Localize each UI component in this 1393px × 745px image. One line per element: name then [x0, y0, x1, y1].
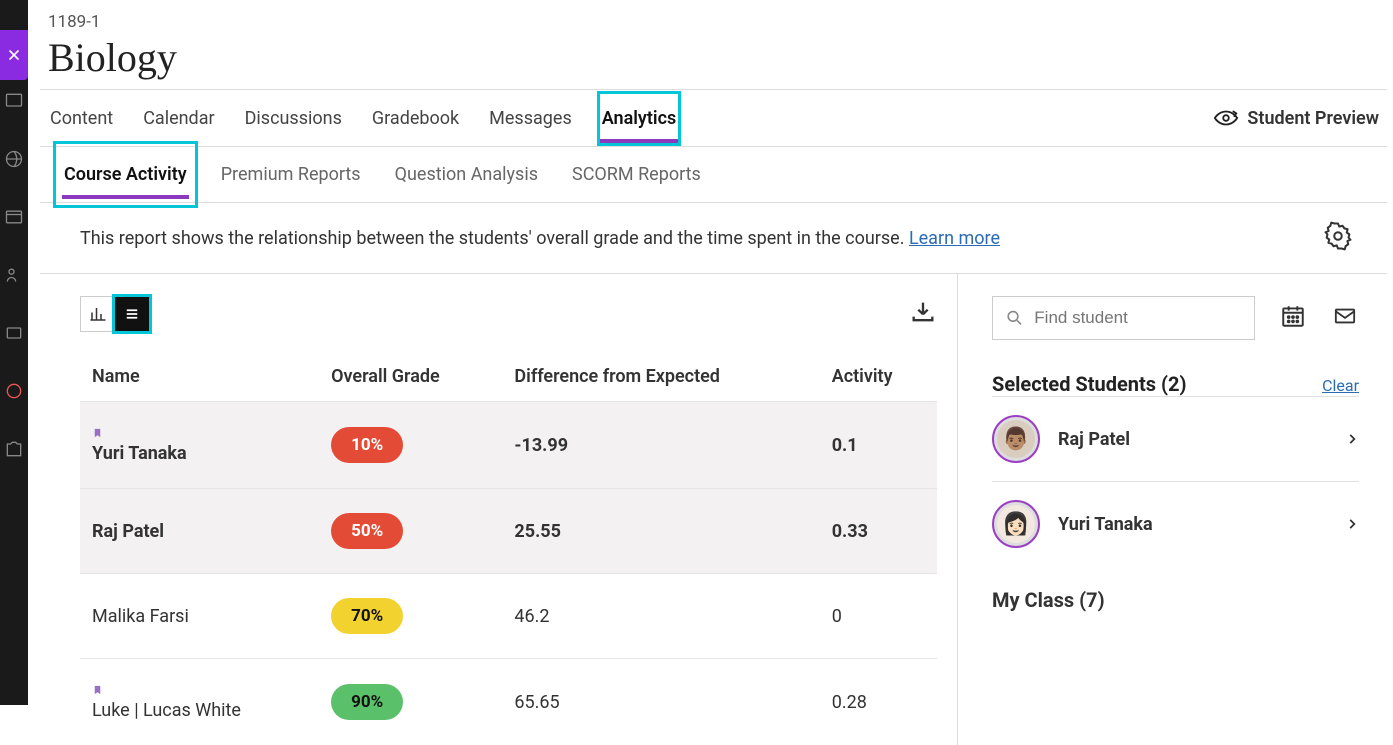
student-preview-label: Student Preview: [1247, 108, 1379, 129]
bookmark-icon: [92, 683, 103, 697]
students-table: Name Overall Grade Difference from Expec…: [80, 356, 937, 745]
diff-value: 65.65: [514, 692, 559, 713]
selected-student-row[interactable]: 👨🏽 Raj Patel: [992, 396, 1359, 481]
avatar: 👩🏻: [992, 500, 1040, 548]
app-sidebar: [0, 0, 28, 705]
preview-icon: [1213, 107, 1239, 129]
grade-pill: 70%: [331, 598, 403, 634]
student-name: Raj Patel: [92, 521, 164, 542]
grade-pill: 50%: [331, 513, 403, 549]
bookmark-icon: [92, 426, 103, 440]
course-code: 1189-1: [48, 12, 1371, 32]
report-text: This report shows the relationship betwe…: [80, 228, 909, 249]
activity-value: 0: [832, 606, 842, 627]
col-activity[interactable]: Activity: [820, 356, 937, 402]
settings-button[interactable]: [1323, 221, 1353, 255]
tab-discussions[interactable]: Discussions: [243, 94, 344, 143]
table-panel: Name Overall Grade Difference from Expec…: [80, 274, 957, 745]
student-preview-button[interactable]: Student Preview: [1213, 107, 1379, 129]
subtab-question-analysis[interactable]: Question Analysis: [393, 150, 540, 199]
diff-value: 25.55: [514, 521, 561, 542]
table-row[interactable]: Luke | Lucas White 90% 65.65 0.28: [80, 659, 937, 745]
side-icon[interactable]: [3, 322, 25, 344]
tab-content[interactable]: Content: [48, 94, 115, 143]
message-button[interactable]: [1331, 305, 1359, 331]
course-header: 1189-1 Biology: [40, 0, 1387, 89]
diff-value: -13.99: [514, 435, 568, 456]
side-icon[interactable]: [3, 380, 25, 402]
diff-value: 46.2: [514, 606, 549, 627]
student-name: Luke | Lucas White: [92, 700, 241, 721]
side-icon[interactable]: [3, 206, 25, 228]
tab-calendar[interactable]: Calendar: [141, 94, 216, 143]
side-icon[interactable]: [3, 438, 25, 460]
search-input[interactable]: [1034, 308, 1242, 328]
activity-value: 0.33: [832, 521, 868, 542]
close-panel-button[interactable]: [0, 30, 28, 80]
gear-icon: [1323, 221, 1353, 251]
selected-student-name: Raj Patel: [1058, 429, 1327, 450]
report-description: This report shows the relationship betwe…: [80, 228, 1000, 249]
col-overall-grade[interactable]: Overall Grade: [319, 356, 502, 402]
clear-selection-link[interactable]: Clear: [1322, 376, 1359, 395]
main-tabs: Content Calendar Discussions Gradebook M…: [40, 89, 1387, 147]
report-description-row: This report shows the relationship betwe…: [40, 203, 1387, 274]
chart-view-button[interactable]: [81, 297, 115, 331]
subtab-premium-reports[interactable]: Premium Reports: [219, 150, 363, 199]
side-icon[interactable]: [3, 264, 25, 286]
analytics-subtabs: Course Activity Premium Reports Question…: [40, 147, 1387, 203]
list-view-button[interactable]: [115, 297, 149, 331]
learn-more-link[interactable]: Learn more: [909, 228, 1000, 249]
table-row[interactable]: Raj Patel 50% 25.55 0.33: [80, 489, 937, 574]
side-icon[interactable]: [3, 90, 25, 112]
subtab-course-activity[interactable]: Course Activity: [62, 150, 189, 199]
download-button[interactable]: [909, 298, 937, 330]
chart-icon: [89, 305, 107, 323]
chevron-right-icon: [1345, 514, 1359, 534]
subtab-scorm-reports[interactable]: SCORM Reports: [570, 150, 703, 199]
selected-students-title: Selected Students (2): [992, 372, 1186, 396]
avatar: 👨🏽: [992, 415, 1040, 463]
col-name[interactable]: Name: [80, 356, 319, 402]
selection-panel: Selected Students (2) Clear 👨🏽 Raj Patel…: [957, 274, 1387, 745]
tab-messages[interactable]: Messages: [487, 94, 574, 143]
student-name: Malika Farsi: [92, 606, 189, 627]
selected-student-row[interactable]: 👩🏻 Yuri Tanaka: [992, 481, 1359, 566]
view-toggle: [80, 296, 150, 332]
tab-gradebook[interactable]: Gradebook: [370, 94, 461, 143]
selected-student-name: Yuri Tanaka: [1058, 514, 1327, 535]
activity-value: 0.1: [832, 435, 858, 456]
list-icon: [123, 305, 141, 323]
table-row[interactable]: Malika Farsi 70% 46.2 0: [80, 574, 937, 659]
calendar-icon: [1279, 303, 1307, 329]
grade-pill: 90%: [331, 684, 403, 720]
chevron-right-icon: [1345, 429, 1359, 449]
side-icon[interactable]: [3, 148, 25, 170]
tab-analytics[interactable]: Analytics: [600, 94, 679, 143]
search-input-wrap[interactable]: [992, 296, 1255, 340]
activity-value: 0.28: [832, 692, 867, 713]
table-row[interactable]: Yuri Tanaka 10% -13.99 0.1: [80, 402, 937, 489]
my-class-title: My Class (7): [992, 588, 1359, 612]
col-diff-expected[interactable]: Difference from Expected: [502, 356, 819, 402]
student-name: Yuri Tanaka: [92, 443, 187, 464]
mail-icon: [1331, 305, 1359, 327]
download-icon: [909, 298, 937, 326]
calendar-button[interactable]: [1279, 303, 1307, 333]
course-title: Biology: [48, 34, 1371, 81]
search-icon: [1005, 307, 1024, 329]
grade-pill: 10%: [331, 427, 403, 463]
